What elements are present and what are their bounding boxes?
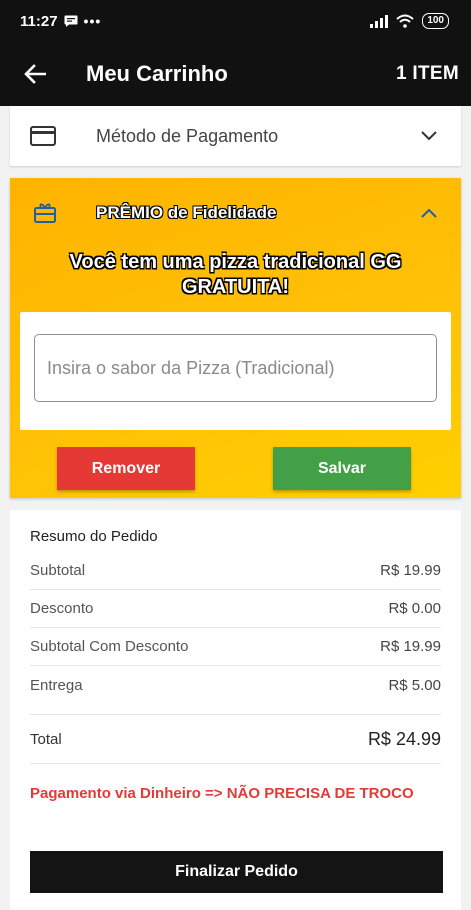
summary-row-label: Entrega [30,676,83,694]
total-label: Total [30,730,62,748]
loyalty-reward-header[interactable]: PRÊMIO de Fidelidade [10,178,461,248]
summary-row-label: Subtotal [30,562,86,579]
loyalty-reward-panel: PRÊMIO de Fidelidade Você tem uma pizza … [10,178,461,498]
pizza-flavor-input[interactable] [34,334,437,402]
status-time: 11:27 [20,12,58,30]
summary-row-subtotal-discounted: Subtotal Com Desconto R$ 19.99 [30,628,441,666]
finalize-order-button[interactable]: Finalizar Pedido [30,851,443,893]
signal-icon [370,14,389,28]
chevron-up-icon[interactable] [421,208,437,218]
page-title: Meu Carrinho [86,61,228,86]
status-right: 100 [370,13,449,29]
flavor-input-container [20,312,451,430]
total-value: R$ 24.99 [367,728,441,749]
message-notification-icon [64,15,78,27]
summary-row-value: R$ 5.00 [388,676,441,694]
payment-note: Pagamento via Dinheiro => NÃO PRECISA DE… [30,785,414,802]
summary-total-row: Total R$ 24.99 [30,714,441,764]
save-button[interactable]: Salvar [273,447,411,490]
reward-message-line2: GRATUITA! [181,276,289,298]
summary-row-label: Subtotal Com Desconto [30,638,189,655]
summary-row-delivery: Entrega R$ 5.00 [30,666,441,704]
credit-card-icon [30,126,56,146]
item-count: 1 ITEM [395,63,459,84]
status-left: 11:27 ••• [20,13,101,30]
summary-row-value: R$ 0.00 [388,600,441,617]
remove-button[interactable]: Remover [57,447,195,490]
arrow-left-icon [24,64,46,84]
payment-method-dropdown[interactable]: Método de Pagamento [10,106,461,166]
wifi-icon [396,14,414,28]
loyalty-reward-message: Você tem uma pizza tradicional GG GRATUI… [10,250,461,300]
summary-row-value: R$ 19.99 [380,562,441,579]
reward-message-line1: Você tem uma pizza tradicional GG [69,251,402,273]
summary-row-label: Desconto [30,600,94,617]
status-bar: 11:27 ••• 100 [0,0,471,42]
order-summary-title: Resumo do Pedido [30,528,158,545]
app-bar: Meu Carrinho 1 ITEM [0,42,471,106]
gift-card-icon [34,203,56,223]
summary-row-discount: Desconto R$ 0.00 [30,590,441,628]
summary-row-value: R$ 19.99 [380,638,441,655]
payment-method-label: Método de Pagamento [96,125,279,146]
battery-icon: 100 [422,13,449,29]
status-more-dots: ••• [83,13,102,29]
back-button[interactable] [0,42,70,106]
chevron-down-icon [421,131,437,141]
loyalty-reward-title: PRÊMIO de Fidelidade [96,203,277,222]
summary-row-subtotal: Subtotal R$ 19.99 [30,552,441,590]
